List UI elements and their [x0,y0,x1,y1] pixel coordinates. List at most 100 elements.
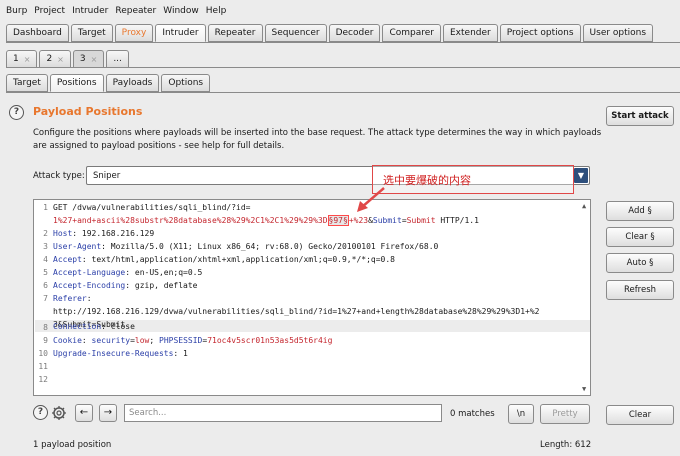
header-user-agent: User-Agent: Mozilla/5.0 (X11; Linux x86_… [53,242,585,251]
sub-tabs: Target Positions Payloads Options [6,74,212,92]
line-number: 6 [43,281,48,290]
header-key: Referer [53,294,87,303]
tab-repeater[interactable]: Repeater [207,24,263,42]
start-attack-button[interactable]: Start attack [606,106,674,126]
header-host: Host: 192.168.216.129 [53,229,585,238]
header-key: Host [53,229,73,238]
payload-position-count: 1 payload position [33,440,112,450]
add-marker-button[interactable]: Add § [606,201,674,221]
payload-suffix: +%23 [348,216,369,225]
tab-user-options[interactable]: User options [582,24,654,42]
header-value: : 192.168.216.129 [72,229,155,238]
header-key: Connection [53,322,102,331]
search-back-button[interactable]: ← [75,404,93,422]
search-input[interactable]: Search... [124,404,442,422]
header-colon: : [86,294,92,303]
subtab-target[interactable]: Target [6,74,48,92]
cookie-value: 71oc4v5scr01n53as5d5t6r4ig [207,336,333,345]
line-number: 11 [38,362,48,371]
header-key: Accept-Language [53,268,126,277]
close-icon[interactable]: × [24,55,31,64]
request-editor[interactable]: 1 2 3 4 5 6 7 8 9 10 11 12 GET /dvwa/vul… [33,199,591,396]
annotation-arrow-icon [357,187,385,212]
refresh-button[interactable]: Refresh [606,280,674,300]
header-referer: Referer: [53,294,585,303]
tab-project-options[interactable]: Project options [499,24,581,42]
clear-button[interactable]: Clear [606,405,674,425]
attack-tab-3[interactable]: 3 × [72,50,105,68]
header-value: : 1 [173,349,188,358]
pretty-button[interactable]: Pretty [540,404,590,424]
header-value: : Mozilla/5.0 (X11; Linux x86_64; rv:68.… [101,242,439,251]
separator: ; [149,336,159,345]
header-colon: : [81,336,92,345]
tab-sequencer[interactable]: Sequencer [264,24,327,42]
header-connection-text: Connection: close [53,322,135,331]
http-version: HTTP/1.1 [435,216,479,225]
attack-tabs: 1 × 2 × 3 × ... [6,50,131,68]
scroll-up-icon[interactable]: ▲ [582,202,589,210]
tab-comparer[interactable]: Comparer [382,24,441,42]
menu-intruder[interactable]: Intruder [72,6,108,16]
new-attack-tab[interactable]: ... [106,50,129,68]
header-key: Accept-Encoding [53,281,126,290]
attack-tab-label: 2 [46,54,53,64]
menu-window[interactable]: Window [163,6,199,16]
subtab-payloads[interactable]: Payloads [105,74,160,92]
gear-icon[interactable] [51,405,67,421]
section-description: Configure the positions where payloads w… [33,128,602,151]
tab-extender[interactable]: Extender [443,24,498,42]
help-icon[interactable]: ? [9,105,24,120]
menu-help[interactable]: Help [206,6,227,16]
request-line-text: GET /dvwa/vulnerabilities/sqli_blind/?id… [53,203,251,212]
attack-type-label: Attack type: [33,171,85,181]
header-cookie: Cookie: security=low; PHPSESSID=71oc4v5s… [53,336,585,345]
auto-markers-button[interactable]: Auto § [606,253,674,273]
close-icon[interactable]: × [57,55,64,64]
menu-burp[interactable]: Burp [6,6,27,16]
subtab-positions[interactable]: Positions [49,74,104,92]
header-key: Accept [53,255,82,264]
menu-repeater[interactable]: Repeater [115,6,156,16]
line-number: 3 [43,242,48,251]
tab-intruder[interactable]: Intruder [155,24,206,42]
search-forward-button[interactable]: → [99,404,117,422]
submit-param-key: Submit [372,216,402,225]
subtab-options[interactable]: Options [161,74,211,92]
payload-prefix: 1%27+and+ascii%28substr%28database%28%29… [53,216,328,225]
request-line: GET /dvwa/vulnerabilities/sqli_blind/?id… [53,203,585,212]
line-number: 8 [43,323,48,332]
line-number: 1 [43,203,48,212]
scroll-down-icon[interactable]: ▼ [582,385,589,393]
menu-project[interactable]: Project [34,6,65,16]
request-length: Length: 612 [540,440,592,450]
clear-markers-button[interactable]: Clear § [606,227,674,247]
annotation-box: 选中要爆破的内容 [372,165,574,194]
header-accept-encoding: Accept-Encoding: gzip, deflate [53,281,585,290]
main-tabs: Dashboard Target Proxy Intruder Repeater… [6,24,655,42]
help-icon[interactable]: ? [33,405,48,420]
header-accept-language: Accept-Language: en-US,en;q=0.5 [53,268,585,277]
close-icon[interactable]: × [91,55,98,64]
tab-dashboard[interactable]: Dashboard [6,24,69,42]
line-number: 12 [38,375,48,384]
cookie-key: PHPSESSID [159,336,203,345]
tab-divider [6,92,680,93]
tab-divider [6,67,680,68]
payload-marker[interactable]: §97§ [327,215,349,226]
tab-decoder[interactable]: Decoder [328,24,381,42]
attack-tab-2[interactable]: 2 × [39,50,71,68]
attack-tab-1[interactable]: 1 × [6,50,38,68]
header-value: : close [101,322,135,331]
tab-proxy[interactable]: Proxy [114,24,154,42]
tab-divider [6,42,680,43]
header-referer-value: http://192.168.216.129/dvwa/vulnerabilit… [53,307,540,316]
header-key: User-Agent [53,242,102,251]
tab-target[interactable]: Target [70,24,113,42]
line-number: 5 [43,268,48,277]
attack-tab-label: 3 [79,54,86,64]
chevron-down-icon[interactable]: ▼ [574,168,588,183]
newline-toggle-button[interactable]: \n [508,404,534,424]
header-key: Cookie [53,336,82,345]
attack-type-value: Sniper [93,170,121,181]
